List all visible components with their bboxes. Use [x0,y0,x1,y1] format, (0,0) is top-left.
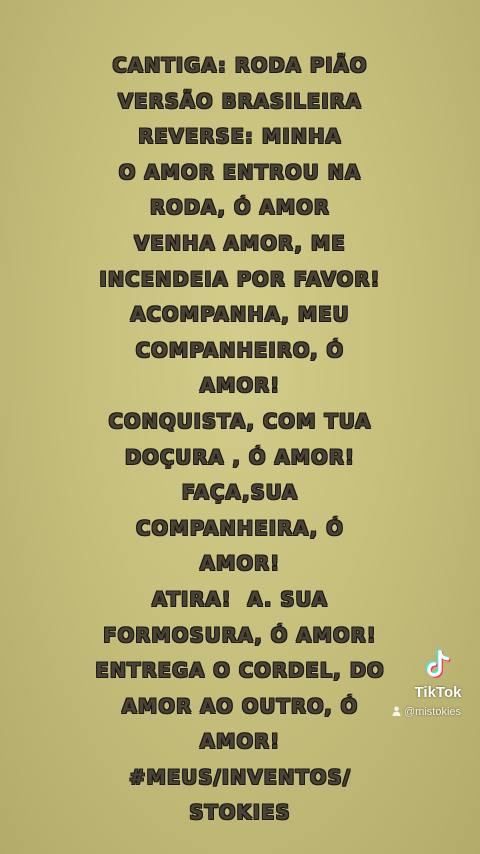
lyric-line: COMPANHEIRA, Ó [136,516,344,540]
lyric-line: ACOMPANHA, MEU [130,303,350,327]
lyric-line: ATIRA! A. SUA [151,587,329,611]
lyric-line: AMOR! [199,374,281,398]
tiktok-watermark: TikTok [398,648,478,701]
lyric-line: RODA, Ó AMOR [149,196,331,220]
lyric-line: CONQUISTA, COM TUA [108,409,372,433]
lyric-line: STOKIES [189,801,291,825]
lyric-line: VENHA AMOR, ME [134,231,346,255]
lyric-line: FAÇA,SUA [181,481,299,505]
tiktok-handle: @mistokies [392,706,461,718]
lyric-line: AMOR! [199,730,281,754]
lyric-line: INCENDEIA POR FAVOR! [99,267,381,291]
tiktok-brand-text: TikTok [414,684,462,701]
lyric-line: O AMOR ENTROU NA [118,160,362,184]
lyric-line: #MEUS/INVENTOS/ [129,765,351,789]
lyric-line: DOÇURA , Ó AMOR! [125,445,355,469]
lyric-line: COMPANHEIRO, Ó [135,338,345,362]
tiktok-handle-text: @mistokies [404,706,462,718]
lyric-line: VERSÃO BRASILEIRA [117,89,362,113]
lyric-line: REVERSE: MINHA [138,125,342,149]
user-icon [392,706,401,716]
tiktok-logo-icon [426,649,451,678]
lyric-line: CANTIGA: RODA PIÃO [112,54,368,77]
lyric-line: AMOR! [199,552,281,576]
